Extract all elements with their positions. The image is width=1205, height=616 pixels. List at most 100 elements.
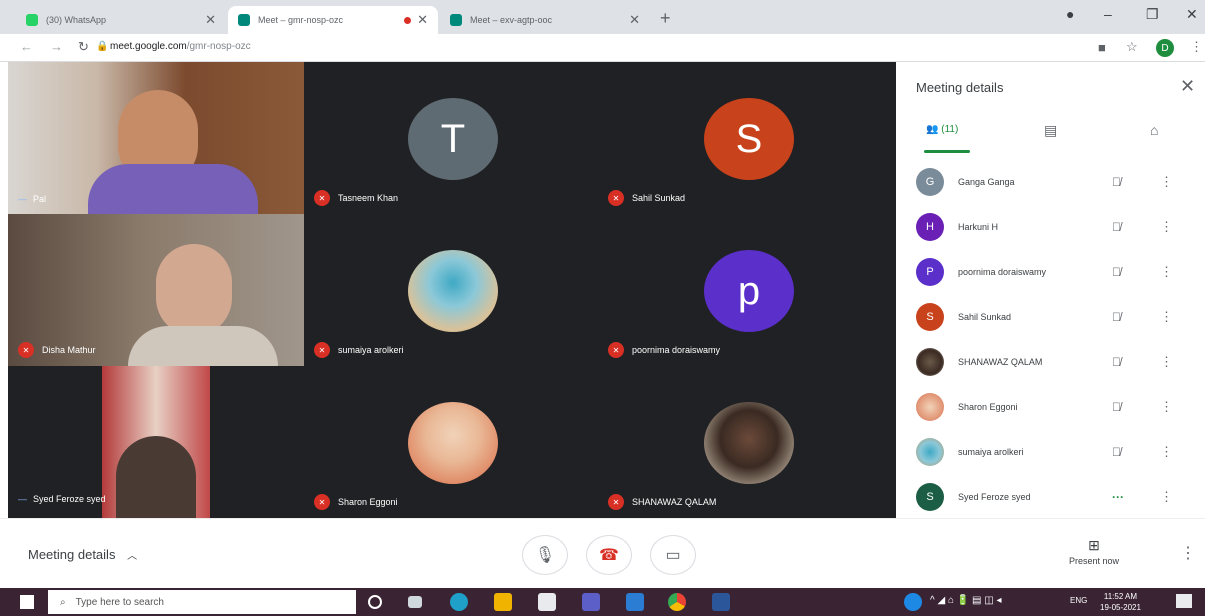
- video-tile-pal[interactable]: — Pal: [8, 62, 304, 214]
- bookmark-star-icon[interactable]: ☆: [1126, 39, 1138, 55]
- tile-name: Pal: [33, 194, 47, 204]
- avatar-photo-sumaiya: [408, 250, 498, 332]
- tile-name: Sahil Sunkad: [632, 193, 686, 203]
- tile-name: Syed Feroze syed: [33, 494, 106, 504]
- mic-off-icon[interactable]: 🎙̸: [1112, 400, 1121, 414]
- windows-start-icon[interactable]: [20, 595, 34, 609]
- teams-icon[interactable]: [582, 593, 600, 611]
- tile-name-tag: ✕ Tasneem Khan: [314, 190, 398, 206]
- tile-name-tag: ✕ poornima doraiswamy: [608, 342, 720, 358]
- mail-icon[interactable]: [626, 593, 644, 611]
- tab-whatsapp[interactable]: (30) WhatsApp ✕: [16, 6, 226, 34]
- tile-name-tag: ✕ Sharon Eggoni: [314, 494, 398, 510]
- mic-off-icon[interactable]: 🎙̸: [1112, 265, 1121, 279]
- participant-row[interactable]: sumaiya arolkeri 🎙̸ ⋮: [916, 437, 1186, 467]
- cortana-icon[interactable]: [368, 595, 382, 609]
- microphone-icon: 🎙: [534, 547, 556, 564]
- participant-avatar: G: [916, 168, 944, 196]
- activities-icon: ⌂: [1150, 122, 1159, 138]
- address-bar: ← → ↻ 🔒 meet.google.com/gmr-nosp-ozc ■ ☆…: [0, 34, 1205, 62]
- tile-name: Tasneem Khan: [338, 193, 399, 203]
- close-tab-icon[interactable]: ✕: [417, 12, 428, 28]
- mic-off-icon[interactable]: 🎙̸: [1112, 175, 1121, 189]
- reload-icon[interactable]: ↻: [78, 39, 89, 55]
- close-tab-icon[interactable]: ✕: [205, 12, 216, 28]
- participant-shirt: [128, 326, 278, 366]
- more-options-icon[interactable]: ⋮: [1160, 264, 1173, 280]
- participant-row[interactable]: SHANAWAZ QALAM 🎙̸ ⋮: [916, 347, 1186, 377]
- meet-icon: [238, 14, 250, 26]
- tray-icons[interactable]: ^ ◢ ⌂ 🔋 ▤ ◫ ◂: [930, 595, 1001, 606]
- participant-row[interactable]: S Sahil Sunkad 🎙̸ ⋮: [916, 302, 1186, 332]
- video-tile-syed[interactable]: — Syed Feroze syed: [8, 366, 304, 518]
- more-options-icon[interactable]: ⋮: [1160, 174, 1173, 190]
- participant-avatar-photo: [916, 393, 944, 421]
- participant-avatar-photo: [916, 348, 944, 376]
- taskbar-clock[interactable]: 11:52 AM 19-05-2021: [1100, 591, 1141, 613]
- browser-menu-icon[interactable]: ⋮: [1190, 39, 1203, 55]
- tab-title: Meet – gmr-nosp-ozc: [258, 15, 344, 25]
- edge-icon[interactable]: [450, 593, 468, 611]
- taskbar-search-box[interactable]: ⌕ Type here to search: [48, 590, 356, 614]
- participant-row[interactable]: H Harkuni H 🎙̸ ⋮: [916, 212, 1186, 242]
- window-close-button[interactable]: ✕: [1186, 6, 1198, 23]
- more-options-icon[interactable]: ⋮: [1160, 399, 1173, 415]
- new-tab-button[interactable]: +: [660, 8, 671, 29]
- tile-name-tag: ✕ sumaiya arolkeri: [314, 342, 404, 358]
- system-tray-icon[interactable]: [904, 593, 922, 611]
- close-panel-button[interactable]: ✕: [1180, 76, 1195, 97]
- tab-people[interactable]: 👥 (11): [926, 124, 958, 135]
- participant-name: Sahil Sunkad: [958, 312, 1012, 322]
- camera-button[interactable]: ▭: [650, 535, 696, 575]
- notifications-icon[interactable]: [1176, 594, 1192, 608]
- more-options-icon[interactable]: ⋮: [1160, 219, 1173, 235]
- more-options-icon[interactable]: ⋮: [1160, 354, 1173, 370]
- chrome-icon[interactable]: [668, 593, 686, 611]
- tile-name: Sharon Eggoni: [338, 497, 398, 507]
- account-icon[interactable]: ●: [1066, 6, 1074, 22]
- mic-off-icon[interactable]: 🎙̸: [1112, 310, 1121, 324]
- tab-meet-2[interactable]: Meet – exv-agtp-ooc ✕: [440, 6, 650, 34]
- browser-tab-bar: (30) WhatsApp ✕ Meet – gmr-nosp-ozc ✕ Me…: [0, 0, 1205, 34]
- profile-avatar[interactable]: D: [1156, 39, 1174, 57]
- mic-off-icon[interactable]: 🎙̸: [1112, 355, 1121, 369]
- participant-row[interactable]: G Ganga Ganga 🎙̸ ⋮: [916, 167, 1186, 197]
- mic-off-icon[interactable]: 🎙̸: [1112, 220, 1121, 234]
- speaking-icon: —: [18, 494, 27, 504]
- participant-row[interactable]: Sharon Eggoni 🎙̸ ⋮: [916, 392, 1186, 422]
- tab-activities[interactable]: ⌂: [1150, 122, 1158, 138]
- microphone-button[interactable]: 🎙: [522, 535, 568, 575]
- avatar-sahil: S: [704, 98, 794, 180]
- url-field[interactable]: meet.google.com/gmr-nosp-ozc: [110, 41, 251, 52]
- camera-icon: ▭: [665, 547, 681, 564]
- minimize-button[interactable]: –: [1104, 6, 1112, 22]
- file-explorer-icon[interactable]: [494, 593, 512, 611]
- more-options-icon[interactable]: ⋮: [1160, 309, 1173, 325]
- forward-icon[interactable]: →: [50, 39, 63, 54]
- more-options-icon[interactable]: ⋮: [1160, 444, 1173, 460]
- present-now-button[interactable]: ⊞ Present now: [1058, 537, 1130, 566]
- mic-off-icon[interactable]: 🎙̸: [1112, 445, 1121, 459]
- camera-permission-icon[interactable]: ■: [1098, 40, 1106, 55]
- leave-call-button[interactable]: ☎: [586, 535, 632, 575]
- tab-chat[interactable]: ▤: [1044, 122, 1057, 139]
- close-tab-icon[interactable]: ✕: [629, 12, 640, 28]
- speaking-icon: —: [18, 194, 27, 204]
- clock-time: 11:52 AM: [1103, 592, 1138, 601]
- restore-button[interactable]: ❐: [1146, 6, 1159, 23]
- video-tile-disha[interactable]: ✕ Disha Mathur: [8, 214, 304, 366]
- mic-off-icon: ✕: [608, 342, 624, 358]
- language-indicator[interactable]: ENG: [1070, 596, 1087, 605]
- meeting-details-button[interactable]: Meeting details ︿: [28, 547, 137, 562]
- task-view-icon[interactable]: [408, 596, 422, 608]
- mic-off-icon: ✕: [608, 494, 624, 510]
- word-icon[interactable]: [712, 593, 730, 611]
- participant-row[interactable]: P poornima doraiswamy 🎙̸ ⋮: [916, 257, 1186, 287]
- store-icon[interactable]: [538, 593, 556, 611]
- more-options-button[interactable]: ⋮: [1180, 543, 1196, 563]
- tile-name-tag: ✕ SHANAWAZ QALAM: [608, 494, 716, 510]
- more-options-icon[interactable]: ⋮: [1160, 489, 1173, 505]
- tab-meet-active[interactable]: Meet – gmr-nosp-ozc ✕: [228, 6, 438, 34]
- back-icon[interactable]: ←: [20, 39, 33, 54]
- participant-row[interactable]: S Syed Feroze syed ··· ⋮: [916, 482, 1186, 512]
